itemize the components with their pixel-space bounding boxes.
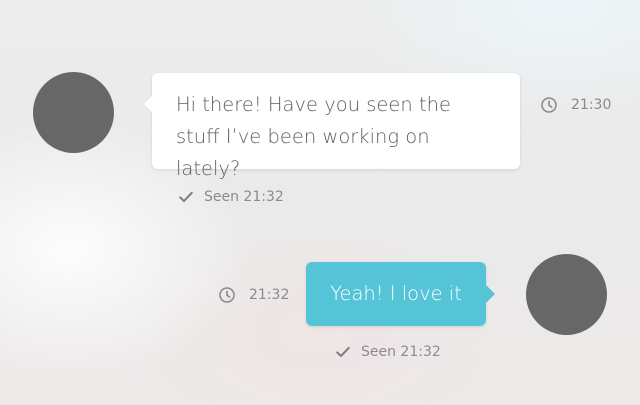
check-icon xyxy=(178,189,194,205)
incoming-message-text: Hi there! Have you seen the stuff I’ve b… xyxy=(176,93,451,180)
incoming-message-time: 21:30 xyxy=(571,97,612,113)
incoming-message-bubble[interactable]: Hi there! Have you seen the stuff I’ve b… xyxy=(144,73,520,180)
outgoing-message-time: 21:32 xyxy=(249,287,290,303)
outgoing-seen-status: Seen 21:32 xyxy=(361,344,441,360)
outgoing-message-text: Yeah! I love it xyxy=(330,282,462,305)
outgoing-message-bubble[interactable]: Yeah! I love it xyxy=(306,262,495,326)
clock-icon xyxy=(218,286,236,304)
sender-avatar[interactable] xyxy=(33,72,114,153)
clock-icon xyxy=(540,96,558,114)
recipient-avatar[interactable] xyxy=(526,254,607,335)
check-icon xyxy=(335,344,351,360)
incoming-seen-status: Seen 21:32 xyxy=(204,189,284,205)
